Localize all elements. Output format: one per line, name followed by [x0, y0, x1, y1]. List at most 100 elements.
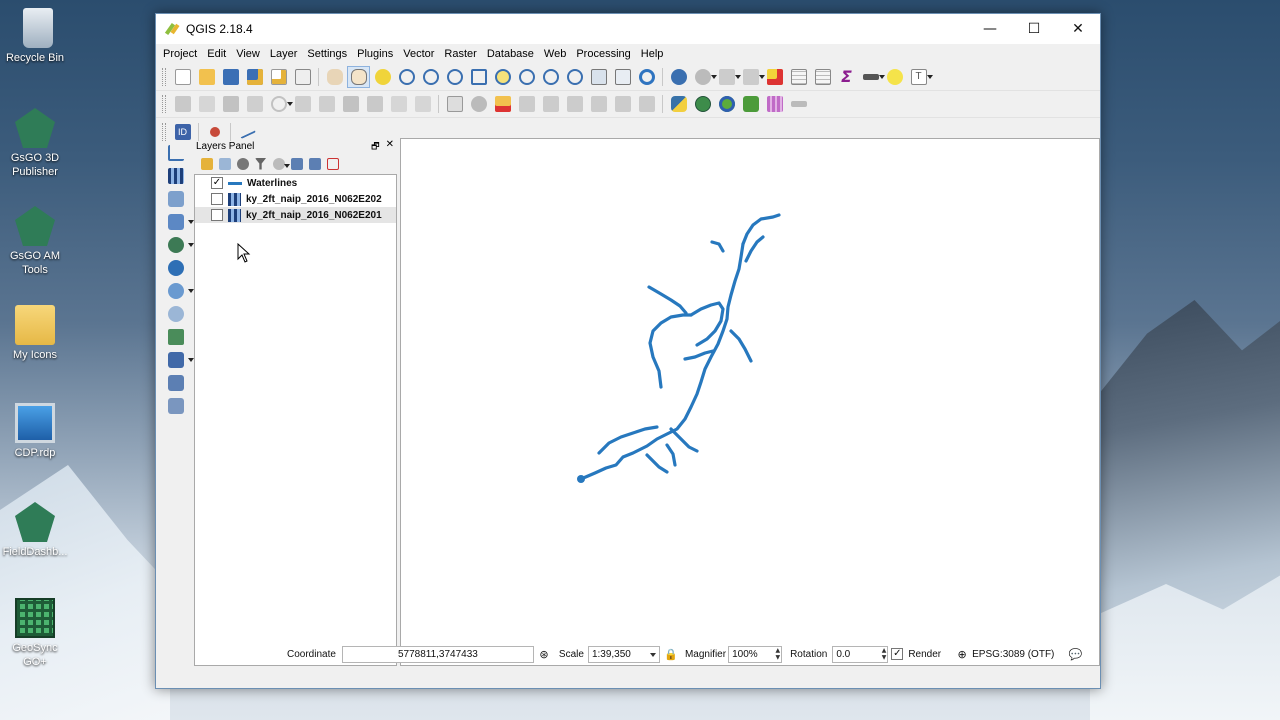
toggle-editing-button[interactable] [195, 93, 218, 115]
scale-combobox[interactable]: 1:39,350 [587, 645, 660, 663]
menu-web[interactable]: Web [539, 48, 571, 60]
new-shapefile-button[interactable] [164, 372, 188, 394]
layer-visibility-checkbox[interactable] [211, 193, 223, 205]
add-raster-layer-button[interactable] [164, 165, 188, 187]
coordinate-field[interactable]: 5778811,3747433 [341, 645, 534, 663]
add-wfs-layer-button[interactable] [164, 303, 188, 325]
text-annotation-button[interactable]: T [907, 66, 933, 88]
expand-all-button[interactable] [288, 155, 305, 172]
add-virtual-layer-button[interactable] [164, 349, 194, 371]
pan-map-button[interactable] [347, 66, 370, 88]
rotate-label-button[interactable] [611, 93, 634, 115]
desktop-icon-fielddashboard[interactable]: FieldDashb... [0, 502, 70, 559]
deselect-all-button[interactable] [763, 66, 786, 88]
select-by-value-button[interactable] [715, 66, 741, 88]
desktop-icon-gsgo-am-tools[interactable]: GsGO AM Tools [0, 206, 70, 277]
menu-edit[interactable]: Edit [202, 48, 231, 60]
add-spatialite-layer-button[interactable] [164, 211, 194, 233]
collapse-all-button[interactable] [306, 155, 323, 172]
save-as-button[interactable] [243, 66, 266, 88]
save-edits-button[interactable] [219, 93, 242, 115]
layers-panel-header[interactable]: Layers Panel 🗗 ✕ [194, 138, 397, 154]
toolbar-grip[interactable] [162, 68, 166, 86]
label-tool-button[interactable] [443, 93, 466, 115]
layer-visibility-checkbox[interactable] [211, 209, 223, 221]
field-calculator-button[interactable] [811, 66, 834, 88]
menu-view[interactable]: View [231, 48, 265, 60]
crs-status[interactable]: EPSG:3089 (OTF) [972, 649, 1054, 660]
new-project-button[interactable] [171, 66, 194, 88]
add-wcs-layer-button[interactable] [164, 280, 194, 302]
magnifier-spinbox[interactable]: 100% [728, 645, 783, 663]
add-wms-layer-button[interactable] [164, 257, 188, 279]
menu-plugins[interactable]: Plugins [352, 48, 398, 60]
change-label-button[interactable] [635, 93, 658, 115]
add-feature-button[interactable] [243, 93, 266, 115]
new-map-view-button[interactable] [587, 66, 610, 88]
new-temporary-layer-button[interactable] [164, 395, 188, 417]
pan-to-selection-button[interactable] [371, 66, 394, 88]
menu-processing[interactable]: Processing [571, 48, 635, 60]
messages-icon[interactable]: 💬 [1068, 647, 1083, 661]
zoom-last-button[interactable] [539, 66, 562, 88]
zoom-native-button[interactable] [443, 66, 466, 88]
identify-button[interactable] [667, 66, 690, 88]
delete-selected-button[interactable] [339, 93, 362, 115]
add-circular-string-button[interactable] [267, 93, 293, 115]
paste-features-button[interactable] [411, 93, 434, 115]
layer-diagram-button[interactable] [491, 93, 514, 115]
add-postgis-layer-button[interactable] [164, 188, 188, 210]
python-console-button[interactable] [667, 93, 690, 115]
filter-expression-button[interactable] [270, 155, 290, 172]
statistics-button[interactable]: Σ [835, 66, 858, 88]
title-bar[interactable]: QGIS 2.18.4 — ☐ ✕ [156, 14, 1100, 44]
desktop-icon-geosync-go[interactable]: GeoSync GO+ [0, 598, 70, 669]
menu-raster[interactable]: Raster [439, 48, 481, 60]
composer-manager-button[interactable] [291, 66, 314, 88]
touch-zoom-button[interactable] [323, 66, 346, 88]
layer-item-naip-n062e201[interactable]: ky_2ft_naip_2016_N062E201 [195, 207, 396, 223]
move-label-button[interactable] [587, 93, 610, 115]
desktop-icon-gsgo-3d-publisher[interactable]: GsGO 3D Publisher [0, 108, 70, 179]
zoom-full-button[interactable] [467, 66, 490, 88]
deselect-button[interactable] [739, 66, 765, 88]
select-features-button[interactable] [691, 66, 717, 88]
remove-layer-button[interactable] [324, 155, 341, 172]
pin-label-button[interactable] [539, 93, 562, 115]
zoom-in-button[interactable] [395, 66, 418, 88]
float-panel-icon[interactable]: 🗗 [371, 139, 379, 155]
grass-tools-button[interactable] [739, 93, 762, 115]
measure-button[interactable] [859, 66, 885, 88]
add-mssql-layer-button[interactable] [164, 234, 194, 256]
crs-globe-icon[interactable]: ⊕ [955, 647, 969, 661]
map-canvas[interactable] [400, 138, 1100, 666]
add-vector-layer-button[interactable] [164, 142, 188, 164]
menu-settings[interactable]: Settings [302, 48, 352, 60]
filter-legend-button[interactable] [252, 155, 269, 172]
add-group-button[interactable] [216, 155, 233, 172]
minimize-button[interactable]: — [968, 14, 1012, 44]
coordinate-toggle-icon[interactable]: ⊛ [537, 647, 551, 661]
desktop-icon-recycle-bin[interactable]: Recycle Bin [0, 8, 70, 65]
rotation-spinbox[interactable]: 0.0 [832, 645, 889, 663]
attribute-table-button[interactable] [787, 66, 810, 88]
menu-help[interactable]: Help [636, 48, 669, 60]
node-tool-button[interactable] [315, 93, 338, 115]
lock-scale-icon[interactable]: 🔒 [664, 647, 678, 661]
new-bookmark-button[interactable] [611, 66, 634, 88]
map-tips-button[interactable] [883, 66, 906, 88]
maximize-button[interactable]: ☐ [1012, 14, 1056, 44]
zoom-to-layer-button[interactable] [515, 66, 538, 88]
highlight-label-button[interactable] [515, 93, 538, 115]
menu-project[interactable]: Project [158, 48, 202, 60]
shaded-relief-button[interactable] [787, 93, 810, 115]
toolbar-grip[interactable] [162, 95, 166, 113]
manage-visibility-button[interactable] [234, 155, 251, 172]
zoom-next-button[interactable] [563, 66, 586, 88]
move-feature-button[interactable] [291, 93, 314, 115]
add-delimited-text-button[interactable] [164, 326, 188, 348]
new-print-composer-button[interactable] [267, 66, 290, 88]
zoom-out-button[interactable] [419, 66, 442, 88]
desktop-icon-cdp-rdp[interactable]: CDP.rdp [0, 403, 70, 460]
open-project-button[interactable] [195, 66, 218, 88]
